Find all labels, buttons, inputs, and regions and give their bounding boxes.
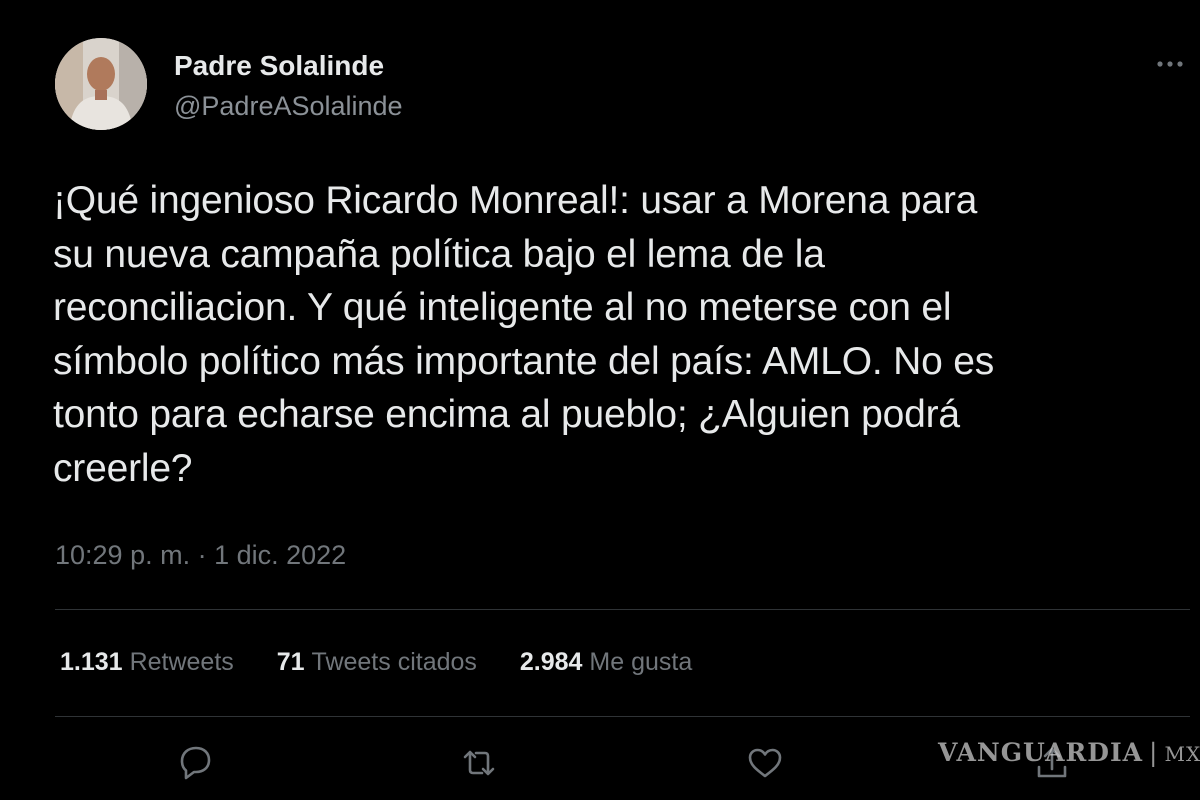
divider-bottom bbox=[55, 716, 1190, 717]
quotes-label: Tweets citados bbox=[311, 648, 477, 676]
heart-icon[interactable] bbox=[743, 741, 787, 785]
vanguardia-watermark: VANGUARDIA | MX bbox=[938, 738, 1200, 767]
quotes-stat[interactable]: 71 Tweets citados bbox=[277, 648, 477, 677]
watermark-brand: VANGUARDIA bbox=[938, 738, 1144, 767]
more-icon[interactable] bbox=[1150, 52, 1190, 76]
watermark-suffix: MX bbox=[1164, 742, 1200, 766]
retweets-count: 1.131 bbox=[60, 648, 123, 676]
avatar-photo bbox=[55, 38, 147, 130]
engagement-stats: 1.131 Retweets 71 Tweets citados 2.984 Me g… bbox=[60, 648, 728, 677]
user-handle[interactable]: @PadreASolalinde bbox=[174, 91, 403, 122]
likes-label: Me gusta bbox=[589, 648, 693, 676]
divider-top bbox=[55, 609, 1190, 610]
reply-icon[interactable] bbox=[173, 741, 217, 785]
watermark-separator: | bbox=[1149, 738, 1159, 767]
display-name[interactable]: Padre Solalinde bbox=[174, 50, 384, 82]
retweets-label: Retweets bbox=[129, 648, 234, 676]
retweet-icon[interactable] bbox=[457, 741, 501, 785]
likes-stat[interactable]: 2.984 Me gusta bbox=[520, 648, 692, 677]
tweet-timestamp[interactable]: 10:29 p. m. · 1 dic. 2022 bbox=[55, 540, 346, 571]
likes-count: 2.984 bbox=[519, 648, 583, 676]
avatar[interactable] bbox=[55, 38, 147, 130]
tweet-text: ¡Qué ingenioso Ricardo Monreal!: usar a … bbox=[53, 179, 994, 490]
quotes-count: 71 bbox=[276, 648, 305, 676]
retweets-stat[interactable]: 1.131 Retweets bbox=[60, 648, 234, 677]
